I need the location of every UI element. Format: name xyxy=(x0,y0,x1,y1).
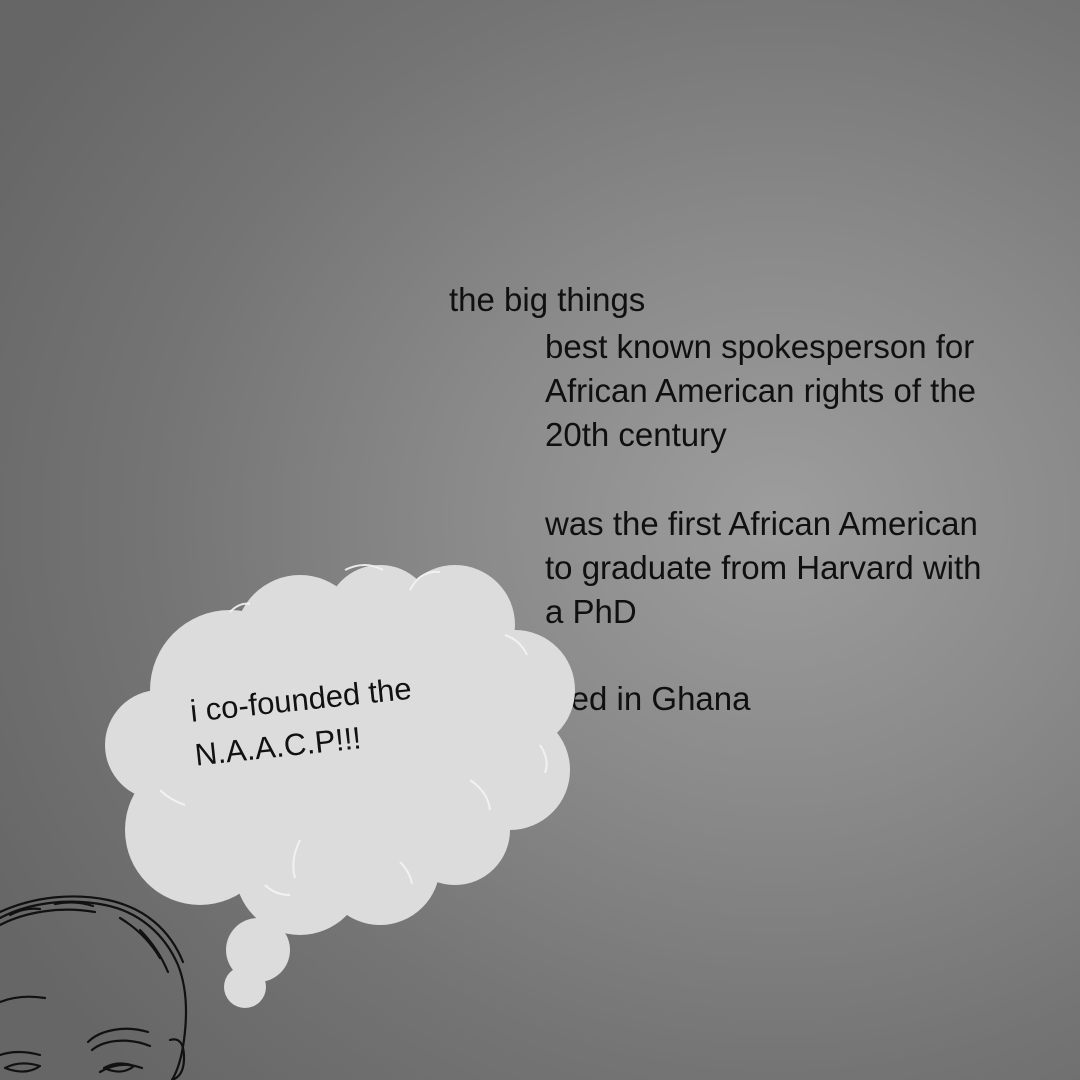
slide: the big things best known spokesperson f… xyxy=(0,0,1080,1080)
portrait-sketch-icon xyxy=(0,895,188,1080)
